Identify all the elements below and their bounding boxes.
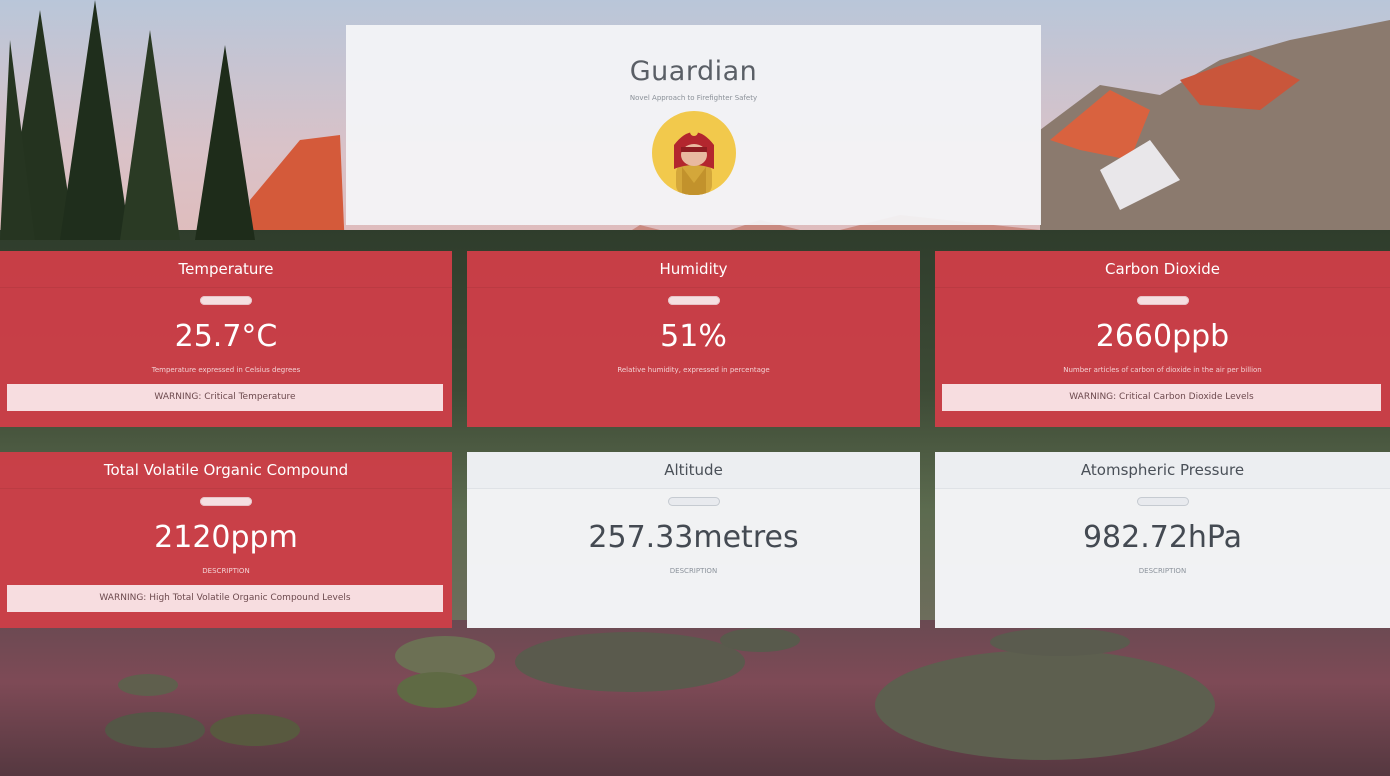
card-title: Humidity — [467, 251, 920, 288]
card-toggle[interactable] — [667, 296, 720, 305]
card-title: Atomspheric Pressure — [935, 452, 1390, 489]
card-value: 25.7°C — [174, 319, 278, 354]
card-description: Number articles of carbon of dioxide in … — [1063, 366, 1262, 374]
altitude-card: Altitude 257.33metres DESCRIPTION — [467, 452, 920, 628]
card-description: DESCRIPTION — [202, 567, 250, 575]
warning-banner: WARNING: Critical Carbon Dioxide Levels — [942, 384, 1381, 411]
humidity-card: Humidity 51% Relative humidity, expresse… — [467, 251, 920, 427]
card-title: Altitude — [467, 452, 920, 489]
card-value: 51% — [660, 319, 727, 354]
tvoc-card: Total Volatile Organic Compound 2120ppm … — [0, 452, 452, 628]
card-description: DESCRIPTION — [1138, 567, 1187, 575]
card-value: 982.72hPa — [1082, 520, 1243, 555]
card-toggle[interactable] — [1136, 296, 1189, 305]
card-title: Carbon Dioxide — [935, 251, 1390, 288]
firefighter-avatar-icon — [651, 111, 736, 195]
card-value: 257.33metres — [588, 520, 799, 555]
card-description: Temperature expressed in Celsius degrees — [151, 366, 301, 374]
carbon-dioxide-card: Carbon Dioxide 2660ppb Number articles o… — [935, 251, 1390, 427]
temperature-card: Temperature 25.7°C Temperature expressed… — [0, 251, 452, 427]
card-value: 2660ppb — [1095, 319, 1230, 354]
card-toggle[interactable] — [667, 497, 720, 506]
card-title: Total Volatile Organic Compound — [0, 452, 452, 489]
card-value: 2120ppm — [154, 520, 298, 555]
header-card: Guardian Novel Approach to Firefighter S… — [346, 25, 1041, 225]
card-description: DESCRIPTION — [669, 567, 718, 575]
card-toggle[interactable] — [200, 296, 252, 305]
app-subtitle: Novel Approach to Firefighter Safety — [629, 94, 758, 102]
card-toggle[interactable] — [200, 497, 252, 506]
warning-banner: WARNING: High Total Volatile Organic Com… — [7, 585, 443, 612]
card-title: Temperature — [0, 251, 452, 288]
warning-banner: WARNING: Critical Temperature — [7, 384, 443, 411]
atmospheric-pressure-card: Atomspheric Pressure 982.72hPa DESCRIPTI… — [935, 452, 1390, 628]
app-title: Guardian — [629, 56, 758, 87]
card-description: Relative humidity, expressed in percenta… — [617, 366, 770, 374]
card-toggle[interactable] — [1136, 497, 1189, 506]
